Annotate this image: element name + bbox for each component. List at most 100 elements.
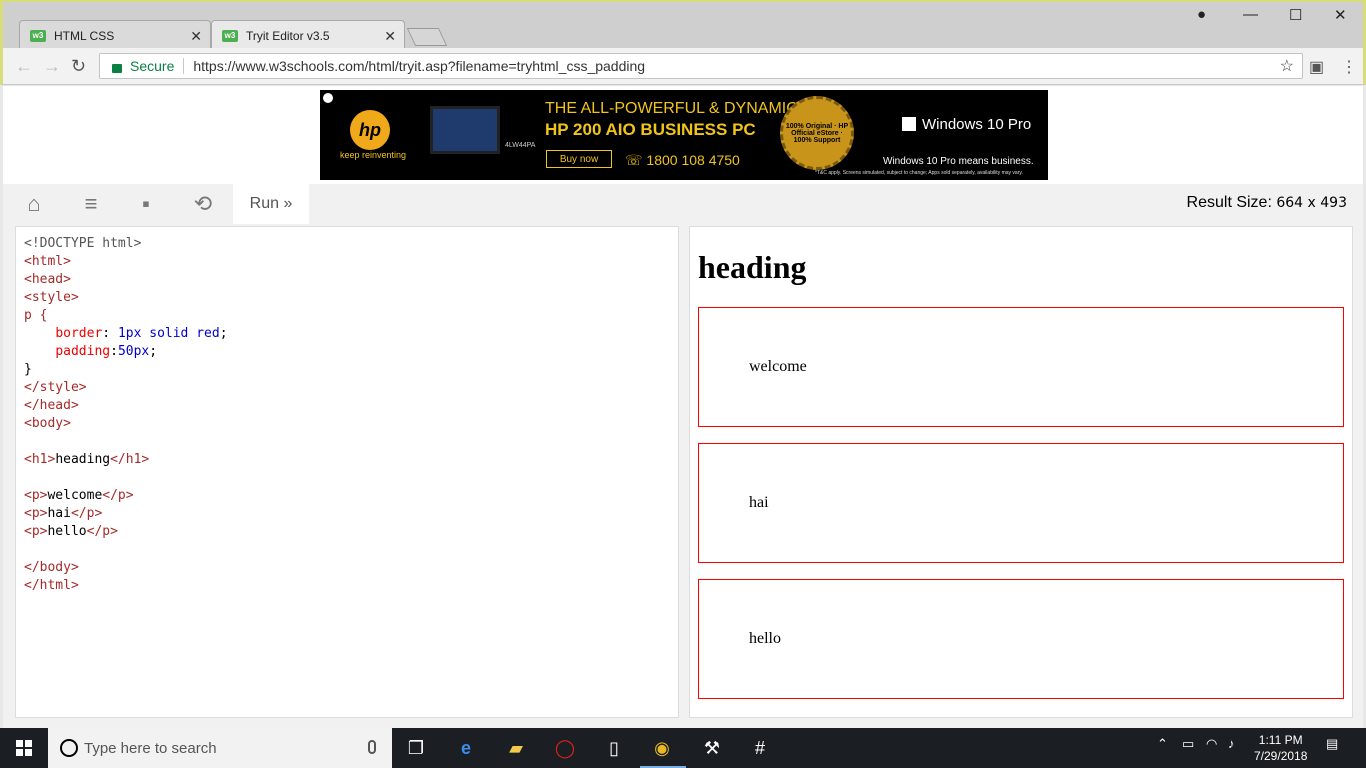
code-editor[interactable]: <!DOCTYPE html> <html> <head> <style> p { bo… — [15, 226, 679, 718]
ad-phone: ☏ 1800 108 4750 — [625, 152, 740, 168]
tryit-toolbar: ⌂ ≡ ▪ ⟲ Run » Result Size: 664 x 493 — [3, 184, 1363, 224]
minimize-button[interactable]: — — [1243, 6, 1258, 23]
ad-choice-icon[interactable] — [323, 93, 333, 103]
run-button[interactable]: Run » — [233, 184, 309, 224]
windows-logo-icon — [902, 117, 916, 131]
result-paragraph: hai — [698, 443, 1344, 563]
extension-icon[interactable]: ▣ — [1309, 57, 1324, 77]
battery-icon[interactable]: ▭ — [1182, 736, 1194, 752]
browser-tabstrip: w3 HTML CSS ✕ w3 Tryit Editor v3.5 ✕ ● —… — [0, 0, 1366, 50]
notifications-icon[interactable]: ▤ — [1326, 736, 1338, 752]
volume-icon[interactable]: ♪ — [1228, 736, 1235, 751]
file-explorer-icon[interactable]: ▰ — [502, 734, 530, 762]
code-line[interactable]: <html> — [24, 253, 670, 271]
code-line[interactable]: } — [24, 361, 670, 379]
save-icon[interactable]: ▪ — [133, 192, 159, 216]
code-line[interactable]: </body> — [24, 559, 670, 577]
profile-icon[interactable]: ● — [1197, 6, 1206, 23]
chevron-up-icon[interactable]: ⌃ — [1157, 736, 1168, 752]
back-arrow-icon[interactable]: ← — [15, 56, 33, 77]
page-content: hp keep reinventing 4LW44PA THE ALL-POWE… — [3, 86, 1363, 728]
phone-number: 1800 108 4750 — [646, 152, 740, 168]
code-line[interactable] — [24, 433, 670, 451]
opera-icon[interactable]: ◯ — [551, 734, 579, 762]
pc-image — [430, 106, 500, 154]
ad-headline-1: THE ALL-POWERFUL & DYNAMIC — [545, 100, 798, 117]
ad-headline-2: HP 200 AIO BUSINESS PC — [545, 120, 756, 139]
buy-now-button[interactable]: Buy now — [546, 150, 612, 168]
close-window-button[interactable]: ✕ — [1334, 6, 1347, 24]
address-bar[interactable]: Secure https://www.w3schools.com/html/tr… — [99, 53, 1303, 79]
slack-icon[interactable]: # — [746, 734, 774, 762]
browser-toolbar: ← → ↻ Secure https://www.w3schools.com/h… — [0, 48, 1366, 85]
code-line[interactable]: <!DOCTYPE html> — [24, 235, 670, 253]
search-placeholder: Type here to search — [84, 739, 217, 757]
w3-favicon-icon: w3 — [30, 29, 46, 42]
windows-start-icon[interactable] — [16, 740, 32, 756]
time: 1:11 PM — [1258, 733, 1303, 747]
tab-tryit-editor[interactable]: w3 Tryit Editor v3.5 ✕ — [211, 20, 405, 50]
code-line[interactable] — [24, 541, 670, 559]
search-icon — [60, 739, 78, 757]
code-line[interactable]: border: 1px solid red; — [24, 325, 670, 343]
result-paragraph: welcome — [698, 307, 1344, 427]
tab-label: HTML CSS — [54, 28, 115, 43]
code-line[interactable]: <h1>heading</h1> — [24, 451, 670, 469]
code-line[interactable]: </head> — [24, 397, 670, 415]
os-tagline: Windows 10 Pro means business. — [883, 156, 1034, 167]
task-view-icon[interactable]: ❐ — [402, 734, 430, 762]
clock[interactable]: 1:11 PM 7/29/2018 — [1254, 732, 1307, 764]
date: 7/29/2018 — [1254, 749, 1308, 763]
fine-print: *T&C apply. Screens simulated, subject t… — [815, 170, 1023, 176]
result-frame: heading welcome hai hello — [689, 226, 1353, 718]
code-line[interactable]: <p>welcome</p> — [24, 487, 670, 505]
screen: w3 HTML CSS ✕ w3 Tryit Editor v3.5 ✕ ● —… — [0, 0, 1366, 768]
url-text[interactable]: https://www.w3schools.com/html/tryit.asp… — [193, 58, 645, 74]
secure-label: Secure — [130, 58, 185, 74]
code-line[interactable]: <head> — [24, 271, 670, 289]
taskbar-search[interactable]: Type here to search — [48, 728, 392, 768]
microphone-icon[interactable] — [368, 740, 376, 754]
menu-icon[interactable]: ≡ — [78, 192, 104, 216]
code-line[interactable]: <p>hello</p> — [24, 523, 670, 541]
menu-dots-icon[interactable]: ⋮ — [1341, 57, 1357, 77]
new-tab-button[interactable] — [406, 28, 448, 46]
os-label: Windows 10 Pro — [922, 116, 1032, 133]
star-icon[interactable]: ☆ — [1280, 56, 1294, 76]
w3-favicon-icon: w3 — [222, 29, 238, 42]
chrome-icon[interactable]: ◉ — [648, 734, 676, 762]
reload-icon[interactable]: ↻ — [71, 56, 86, 77]
estore-seal: 100% Original · HP Official eStore · 100… — [780, 96, 854, 170]
editor-area: <!DOCTYPE html> <html> <head> <style> p { bo… — [3, 224, 1363, 728]
maximize-button[interactable]: ☐ — [1289, 6, 1302, 24]
lock-icon — [112, 63, 122, 73]
tools-icon[interactable]: ⚒ — [698, 734, 726, 762]
edge-icon[interactable]: e — [452, 734, 480, 762]
code-line[interactable]: <style> — [24, 289, 670, 307]
result-size-label: Result Size: — [1186, 194, 1272, 211]
close-icon[interactable]: ✕ — [384, 28, 396, 45]
forward-arrow-icon[interactable]: → — [43, 56, 61, 77]
result-size-value: 664 x 493 — [1276, 195, 1347, 211]
code-line[interactable]: </html> — [24, 577, 670, 595]
ad-tagline: keep reinventing — [340, 150, 407, 160]
result-paragraph: hello — [698, 579, 1344, 699]
hp-logo-icon: hp — [350, 110, 390, 150]
wifi-icon[interactable]: ◠ — [1206, 736, 1217, 752]
code-line[interactable]: </style> — [24, 379, 670, 397]
tab-html-css[interactable]: w3 HTML CSS ✕ — [19, 20, 211, 50]
code-line[interactable]: <body> — [24, 415, 670, 433]
code-line[interactable]: <p>hai</p> — [24, 505, 670, 523]
hp-advertisement[interactable]: hp keep reinventing 4LW44PA THE ALL-POWE… — [320, 90, 1048, 180]
close-icon[interactable]: ✕ — [190, 28, 202, 45]
code-line[interactable] — [24, 469, 670, 487]
tab-label: Tryit Editor v3.5 — [246, 28, 330, 43]
rotate-icon[interactable]: ⟲ — [190, 192, 216, 216]
notepad-icon[interactable]: ▯ — [600, 734, 628, 762]
home-icon[interactable]: ⌂ — [21, 192, 47, 216]
code-line[interactable]: p { — [24, 307, 670, 325]
model-code: 4LW44PA — [505, 142, 536, 149]
result-size: Result Size: 664 x 493 — [1187, 194, 1347, 212]
windows-taskbar: Type here to search ❐ e ▰ ◯ ▯ ◉ ⚒ # ⌃ ▭ … — [0, 728, 1366, 768]
code-line[interactable]: padding:50px; — [24, 343, 670, 361]
